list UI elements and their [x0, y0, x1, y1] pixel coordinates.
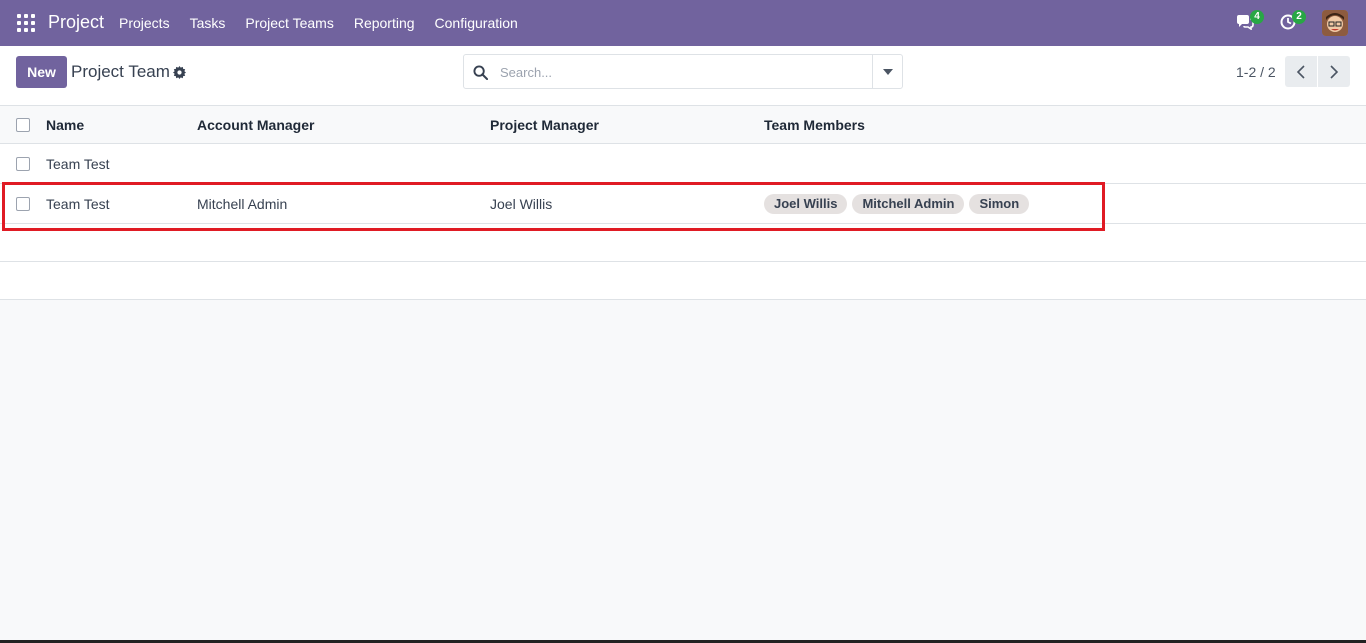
column-header-team-members[interactable]: Team Members [764, 106, 865, 143]
apps-grid-icon[interactable] [17, 14, 35, 32]
column-header-project-manager[interactable]: Project Manager [490, 106, 599, 143]
user-avatar[interactable] [1322, 10, 1348, 36]
row-checkbox[interactable] [16, 196, 30, 211]
row-checkbox[interactable] [16, 156, 30, 171]
search-input[interactable] [500, 61, 870, 83]
pager-previous-button[interactable] [1285, 56, 1317, 87]
menu-projects[interactable]: Projects [119, 15, 170, 31]
team-member-tag: Joel Willis [764, 193, 848, 214]
menu-project-teams[interactable]: Project Teams [245, 15, 333, 31]
new-button[interactable]: New [16, 56, 67, 88]
team-member-tag: Mitchell Admin [852, 193, 965, 214]
empty-row [0, 224, 1366, 262]
caret-down-icon [882, 68, 893, 75]
table-row[interactable]: Team Test [0, 144, 1366, 184]
pager-next-button[interactable] [1318, 56, 1350, 87]
empty-row [0, 262, 1366, 300]
table-header: Name Account Manager Project Manager Tea… [0, 106, 1366, 144]
team-member-tag: Simon [969, 193, 1030, 214]
chevron-left-icon [1296, 64, 1305, 79]
select-all-checkbox[interactable] [16, 117, 30, 132]
search-bar [463, 54, 903, 89]
cell-account-manager: Mitchell Admin [197, 195, 288, 212]
cell-name: Team Test [46, 155, 110, 172]
main-menu: Projects Tasks Project Teams Reporting C… [119, 15, 538, 31]
activities-count-badge: 2 [1292, 10, 1306, 24]
menu-reporting[interactable]: Reporting [354, 15, 415, 31]
gear-icon[interactable] [173, 66, 186, 79]
column-header-account-manager[interactable]: Account Manager [197, 106, 314, 143]
row-select-cell [16, 144, 30, 183]
messages-count-badge: 4 [1250, 10, 1264, 24]
select-all-cell [16, 106, 30, 143]
chevron-right-icon [1330, 64, 1339, 79]
search-icon [473, 65, 488, 80]
menu-tasks[interactable]: Tasks [190, 15, 226, 31]
project-team-list: Name Account Manager Project Manager Tea… [0, 106, 1366, 300]
top-navbar: Project Projects Tasks Project Teams Rep… [0, 0, 1366, 46]
cell-team-members: Joel Willis Mitchell Admin Simon [764, 184, 1034, 223]
app-title[interactable]: Project [48, 12, 104, 33]
page-title: Project Team [71, 62, 170, 81]
menu-configuration[interactable]: Configuration [435, 15, 518, 31]
control-panel: New Project Team 1-2 / 2 [0, 46, 1366, 106]
search-options-toggle[interactable] [872, 55, 902, 88]
cell-project-manager: Joel Willis [490, 195, 553, 212]
row-select-cell [16, 184, 30, 223]
pager-value[interactable]: 1-2 / 2 [1236, 64, 1276, 80]
cell-name: Team Test [46, 195, 110, 212]
table-row[interactable]: Team Test Mitchell Admin Joel Willis Joe… [0, 184, 1366, 224]
column-header-name[interactable]: Name [46, 106, 84, 143]
avatar-face-icon [1322, 10, 1348, 36]
